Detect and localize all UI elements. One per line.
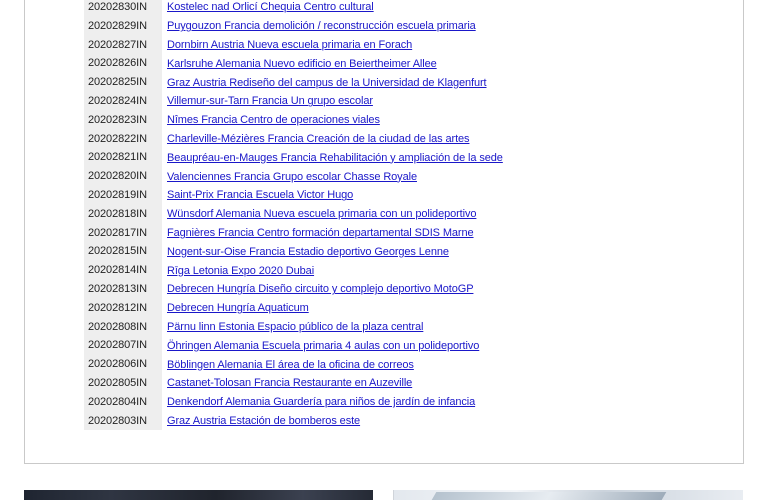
project-link[interactable]: Böblingen Alemania El área de la oficina… bbox=[167, 359, 414, 371]
project-code: 20202814IN bbox=[84, 261, 162, 280]
project-code: 20202807IN bbox=[84, 336, 162, 356]
project-code: 20202823IN bbox=[84, 110, 162, 130]
project-link[interactable]: Fagnières Francia Centro formación depar… bbox=[167, 227, 474, 239]
featured-image-right[interactable] bbox=[393, 490, 743, 500]
list-item: 20202807IN Öhringen Alemania Escuela prim… bbox=[84, 336, 744, 356]
project-link[interactable]: Nogent-sur-Oise Francia Estadio deportiv… bbox=[167, 246, 449, 258]
project-link[interactable]: Rīga Letonia Expo 2020 Dubai bbox=[167, 265, 314, 277]
list-item: 20202821IN Beaupréau-en-Mauges Francia Re… bbox=[84, 148, 744, 168]
list-item: 20202804IN Denkendorf Alemania Guardería … bbox=[84, 392, 744, 412]
projects-panel: 20202830IN Kostelec nad Orlicí Chequia Ce… bbox=[24, 0, 744, 464]
project-link[interactable]: Karlsruhe Alemania Nuevo edificio en Bei… bbox=[167, 58, 437, 70]
project-link[interactable]: Debrecen Hungría Diseño circuito y compl… bbox=[167, 283, 474, 295]
project-code: 20202819IN bbox=[84, 185, 162, 205]
project-link[interactable]: Öhringen Alemania Escuela primaria 4 aul… bbox=[167, 340, 479, 352]
project-code: 20202820IN bbox=[84, 167, 162, 186]
list-item: 20202823IN Nîmes Francia Centro de operac… bbox=[84, 110, 744, 130]
list-item: 20202817IN Fagnières Francia Centro forma… bbox=[84, 223, 744, 243]
project-link[interactable]: Graz Austria Rediseño del campus de la U… bbox=[167, 77, 487, 89]
project-link[interactable]: Dornbirn Austria Nueva escuela primaria … bbox=[167, 39, 412, 51]
image-detail bbox=[431, 492, 667, 500]
list-item: 20202818IN Wünsdorf Alemania Nueva escuel… bbox=[84, 204, 744, 224]
project-link[interactable]: Villemur-sur-Tarn Francia Un grupo escol… bbox=[167, 95, 373, 107]
project-link[interactable]: Charleville-Mézières Francia Creación de… bbox=[167, 133, 470, 145]
list-item: 20202830IN Kostelec nad Orlicí Chequia Ce… bbox=[84, 0, 744, 17]
project-code: 20202827IN bbox=[84, 35, 162, 55]
list-item: 20202824IN Villemur-sur-Tarn Francia Un g… bbox=[84, 91, 744, 111]
project-code: 20202813IN bbox=[84, 279, 162, 299]
project-link[interactable]: Wünsdorf Alemania Nueva escuela primaria… bbox=[167, 208, 477, 220]
project-code: 20202829IN bbox=[84, 16, 162, 36]
list-item: 20202827IN Dornbirn Austria Nueva escuela… bbox=[84, 35, 744, 55]
project-code: 20202812IN bbox=[84, 298, 162, 318]
list-item: 20202815IN Nogent-sur-Oise Francia Estadi… bbox=[84, 242, 744, 262]
project-code: 20202826IN bbox=[84, 54, 162, 74]
featured-image-left[interactable] bbox=[24, 490, 373, 500]
list-item: 20202803IN Graz Austria Estación de bombe… bbox=[84, 411, 744, 431]
project-link[interactable]: Debrecen Hungría Aquaticum bbox=[167, 302, 309, 314]
project-link[interactable]: Puygouzon Francia demolición / reconstru… bbox=[167, 20, 476, 32]
project-link[interactable]: Castanet-Tolosan Francia Restaurante en … bbox=[167, 377, 412, 389]
project-code: 20202803IN bbox=[84, 411, 162, 431]
list-item: 20202829IN Puygouzon Francia demolición /… bbox=[84, 16, 744, 36]
project-link[interactable]: Kostelec nad Orlicí Chequia Centro cultu… bbox=[167, 1, 374, 13]
project-code: 20202804IN bbox=[84, 392, 162, 412]
project-link[interactable]: Nîmes Francia Centro de operaciones vial… bbox=[167, 114, 380, 126]
project-code: 20202806IN bbox=[84, 355, 162, 374]
list-item: 20202812IN Debrecen Hungría Aquaticum bbox=[84, 298, 744, 318]
list-item: 20202806IN Böblingen Alemania El área de … bbox=[84, 355, 744, 374]
project-code: 20202805IN bbox=[84, 373, 162, 393]
list-item: 20202808IN Pärnu linn Estonia Espacio púb… bbox=[84, 317, 744, 337]
project-code: 20202821IN bbox=[84, 148, 162, 168]
project-code: 20202824IN bbox=[84, 91, 162, 111]
project-code: 20202822IN bbox=[84, 129, 162, 149]
list-item: 20202814IN Rīga Letonia Expo 2020 Dubai bbox=[84, 261, 744, 280]
project-list: 20202830IN Kostelec nad Orlicí Chequia Ce… bbox=[84, 0, 744, 431]
project-link[interactable]: Valenciennes Francia Grupo escolar Chass… bbox=[167, 171, 417, 183]
project-code: 20202815IN bbox=[84, 242, 162, 262]
list-item: 20202819IN Saint-Prix Francia Escuela Vic… bbox=[84, 185, 744, 205]
list-item: 20202826IN Karlsruhe Alemania Nuevo edifi… bbox=[84, 54, 744, 74]
list-item: 20202822IN Charleville-Mézières Francia C… bbox=[84, 129, 744, 149]
list-item: 20202813IN Debrecen Hungría Diseño circui… bbox=[84, 279, 744, 299]
list-item: 20202805IN Castanet-Tolosan Francia Resta… bbox=[84, 373, 744, 393]
project-code: 20202808IN bbox=[84, 317, 162, 337]
project-link[interactable]: Saint-Prix Francia Escuela Victor Hugo bbox=[167, 189, 353, 201]
project-link[interactable]: Graz Austria Estación de bomberos este bbox=[167, 415, 360, 427]
project-code: 20202818IN bbox=[84, 204, 162, 224]
project-code: 20202817IN bbox=[84, 223, 162, 243]
project-link[interactable]: Beaupréau-en-Mauges Francia Rehabilitaci… bbox=[167, 152, 503, 164]
project-link[interactable]: Pärnu linn Estonia Espacio público de la… bbox=[167, 321, 423, 333]
project-code: 20202830IN bbox=[84, 0, 162, 17]
project-code: 20202825IN bbox=[84, 73, 162, 92]
list-item: 20202825IN Graz Austria Rediseño del camp… bbox=[84, 73, 744, 92]
list-item: 20202820IN Valenciennes Francia Grupo esc… bbox=[84, 167, 744, 186]
project-link[interactable]: Denkendorf Alemania Guardería para niños… bbox=[167, 396, 475, 408]
